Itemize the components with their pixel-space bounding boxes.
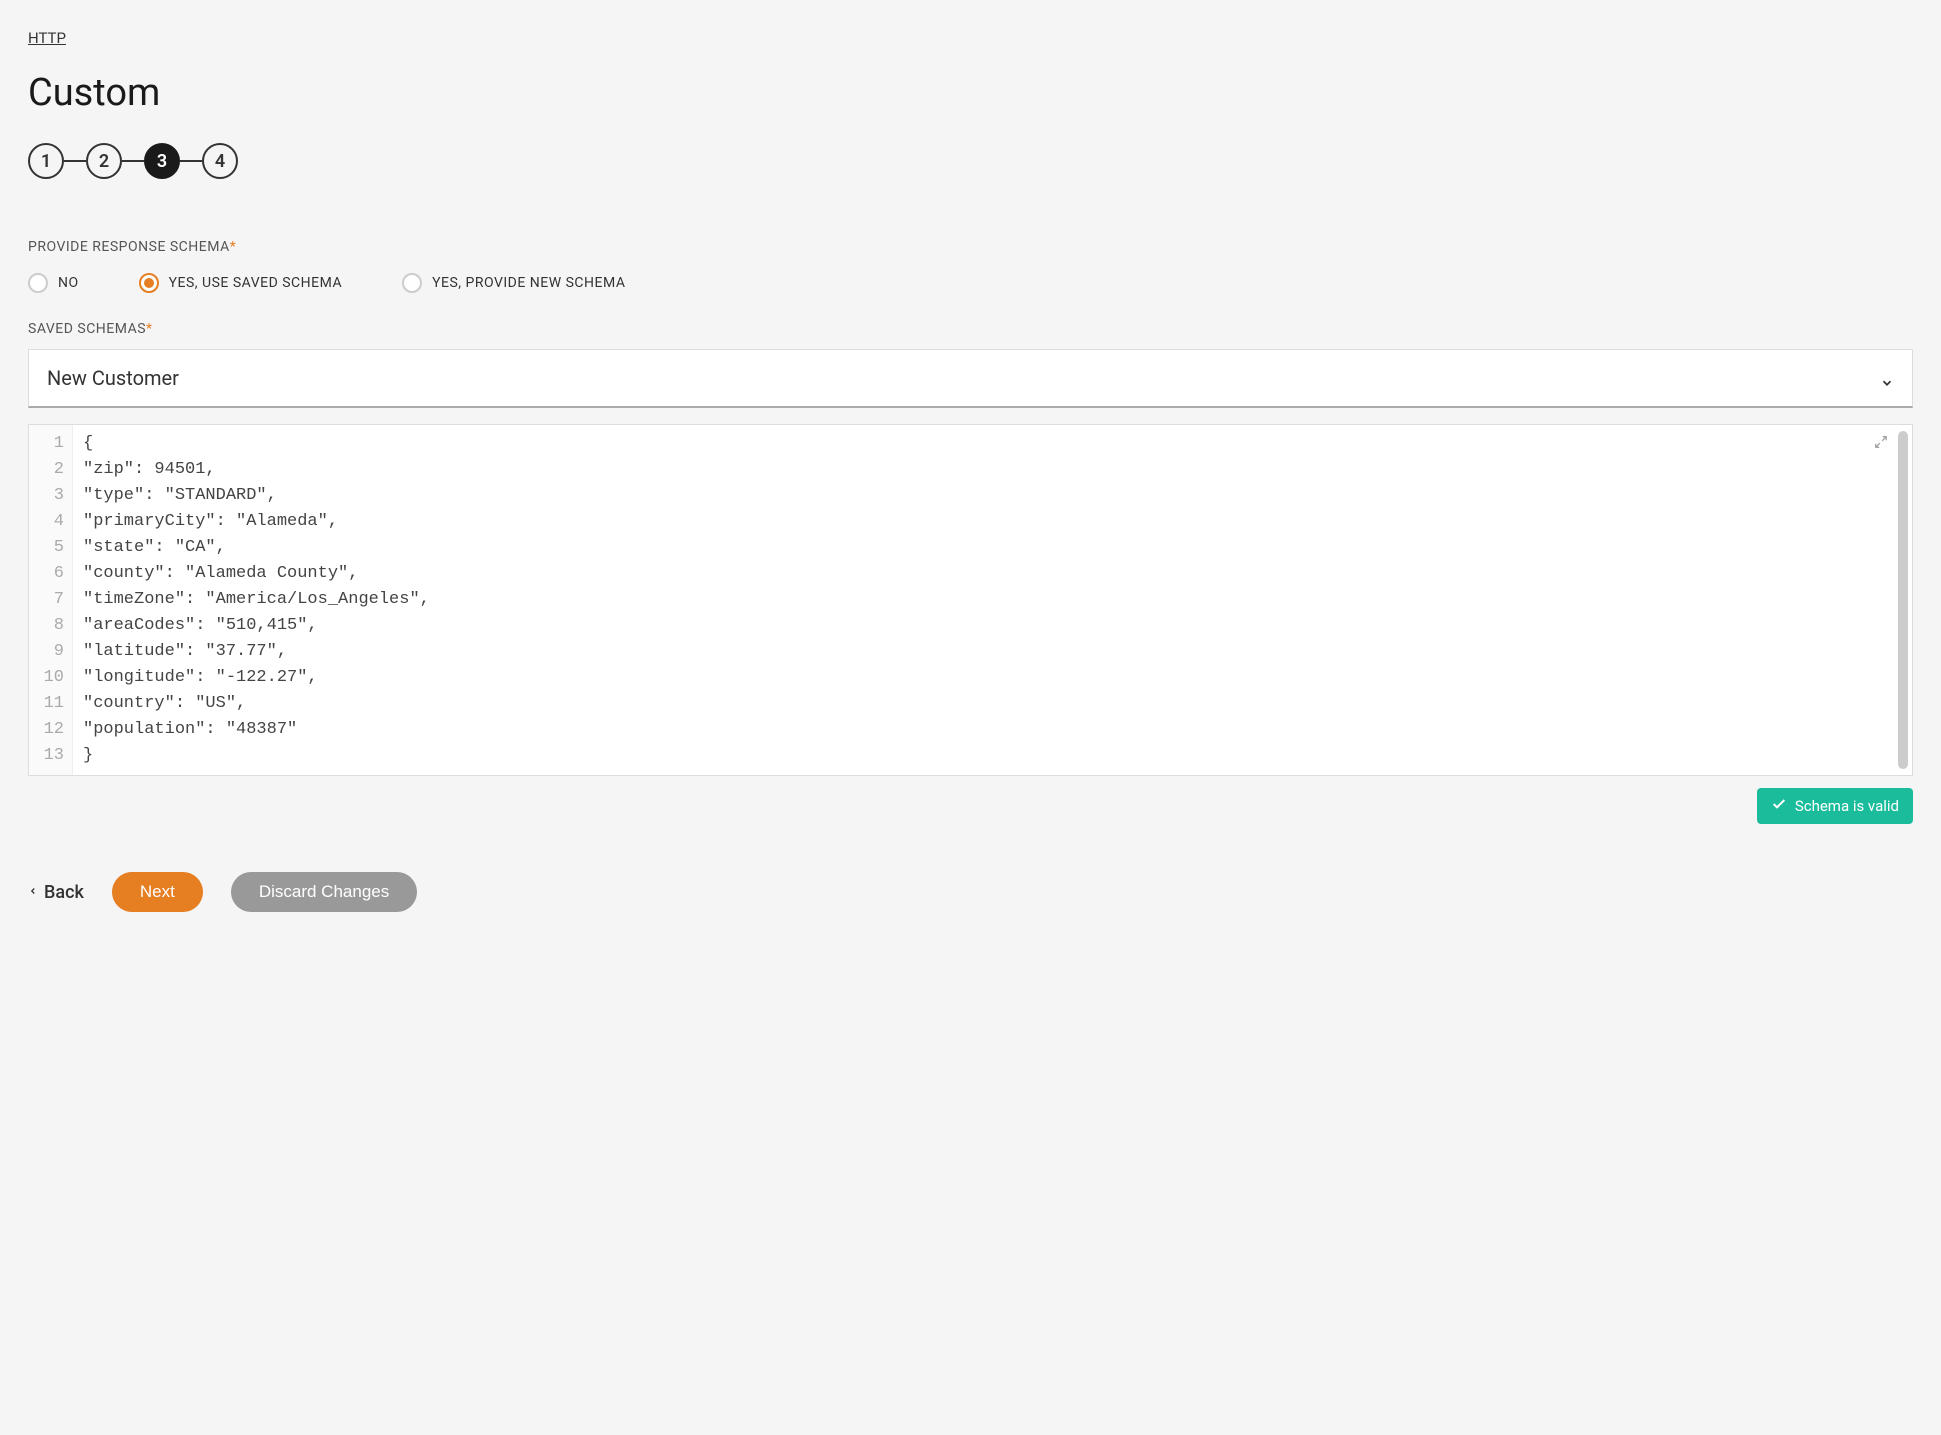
check-icon <box>1771 796 1787 816</box>
line-number: 3 <box>43 483 64 509</box>
radio-label: YES, USE SAVED SCHEMA <box>169 275 342 291</box>
saved-schemas-dropdown[interactable]: New Customer <box>28 349 1913 408</box>
radio-dot-icon <box>144 278 154 288</box>
line-number: 2 <box>43 457 64 483</box>
back-label: Back <box>44 882 84 903</box>
breadcrumb-link[interactable]: HTTP <box>28 29 66 47</box>
code-line: } <box>83 743 1902 769</box>
line-number: 7 <box>43 587 64 613</box>
step-2[interactable]: 2 <box>86 143 122 179</box>
radio-circle-icon <box>139 273 159 293</box>
scrollbar[interactable] <box>1898 431 1908 769</box>
radio-no[interactable]: NO <box>28 273 79 293</box>
required-mark: * <box>230 239 237 255</box>
line-number: 13 <box>43 743 64 769</box>
code-line: "zip": 94501, <box>83 457 1902 483</box>
expand-icon[interactable] <box>1874 433 1888 447</box>
code-line: "county": "Alameda County", <box>83 561 1902 587</box>
chevron-left-icon <box>28 882 38 903</box>
dropdown-value: New Customer <box>47 366 179 390</box>
footer-actions: Back Next Discard Changes <box>28 872 1913 912</box>
code-line: "population": "48387" <box>83 717 1902 743</box>
code-line: { <box>83 431 1902 457</box>
line-number: 8 <box>43 613 64 639</box>
next-button[interactable]: Next <box>112 872 203 912</box>
line-number: 9 <box>43 639 64 665</box>
page-title: Custom <box>28 71 1913 115</box>
response-schema-label: PROVIDE RESPONSE SCHEMA* <box>28 239 1913 255</box>
step-connector <box>64 160 86 162</box>
code-line: "timeZone": "America/Los_Angeles", <box>83 587 1902 613</box>
code-line: "areaCodes": "510,415", <box>83 613 1902 639</box>
line-number: 12 <box>43 717 64 743</box>
radio-yes-saved[interactable]: YES, USE SAVED SCHEMA <box>139 273 342 293</box>
wizard-stepper: 1 2 3 4 <box>28 143 1913 179</box>
code-line: "longitude": "-122.27", <box>83 665 1902 691</box>
schema-valid-badge: Schema is valid <box>1757 788 1913 824</box>
code-line: "state": "CA", <box>83 535 1902 561</box>
line-number: 1 <box>43 431 64 457</box>
discard-button[interactable]: Discard Changes <box>231 872 417 912</box>
code-line: "primaryCity": "Alameda", <box>83 509 1902 535</box>
line-number: 6 <box>43 561 64 587</box>
code-content[interactable]: {"zip": 94501,"type": "STANDARD","primar… <box>73 425 1912 775</box>
radio-circle-icon <box>402 273 422 293</box>
step-1[interactable]: 1 <box>28 143 64 179</box>
step-4[interactable]: 4 <box>202 143 238 179</box>
chevron-down-icon <box>1880 371 1894 385</box>
line-number: 11 <box>43 691 64 717</box>
radio-label: YES, PROVIDE NEW SCHEMA <box>432 275 625 291</box>
step-connector <box>122 160 144 162</box>
response-schema-radios: NO YES, USE SAVED SCHEMA YES, PROVIDE NE… <box>28 273 1913 293</box>
line-number: 10 <box>43 665 64 691</box>
code-line: "country": "US", <box>83 691 1902 717</box>
schema-code-editor[interactable]: 12345678910111213 {"zip": 94501,"type": … <box>28 424 1913 776</box>
code-line: "latitude": "37.77", <box>83 639 1902 665</box>
line-number: 5 <box>43 535 64 561</box>
validation-row: Schema is valid <box>28 788 1913 824</box>
validation-text: Schema is valid <box>1795 797 1899 815</box>
saved-schemas-label: SAVED SCHEMAS* <box>28 321 1913 337</box>
code-line: "type": "STANDARD", <box>83 483 1902 509</box>
radio-label: NO <box>58 275 79 291</box>
line-gutter: 12345678910111213 <box>29 425 73 775</box>
line-number: 4 <box>43 509 64 535</box>
radio-circle-icon <box>28 273 48 293</box>
step-3[interactable]: 3 <box>144 143 180 179</box>
step-connector <box>180 160 202 162</box>
radio-yes-new[interactable]: YES, PROVIDE NEW SCHEMA <box>402 273 625 293</box>
back-button[interactable]: Back <box>28 882 84 903</box>
required-mark: * <box>146 321 153 337</box>
